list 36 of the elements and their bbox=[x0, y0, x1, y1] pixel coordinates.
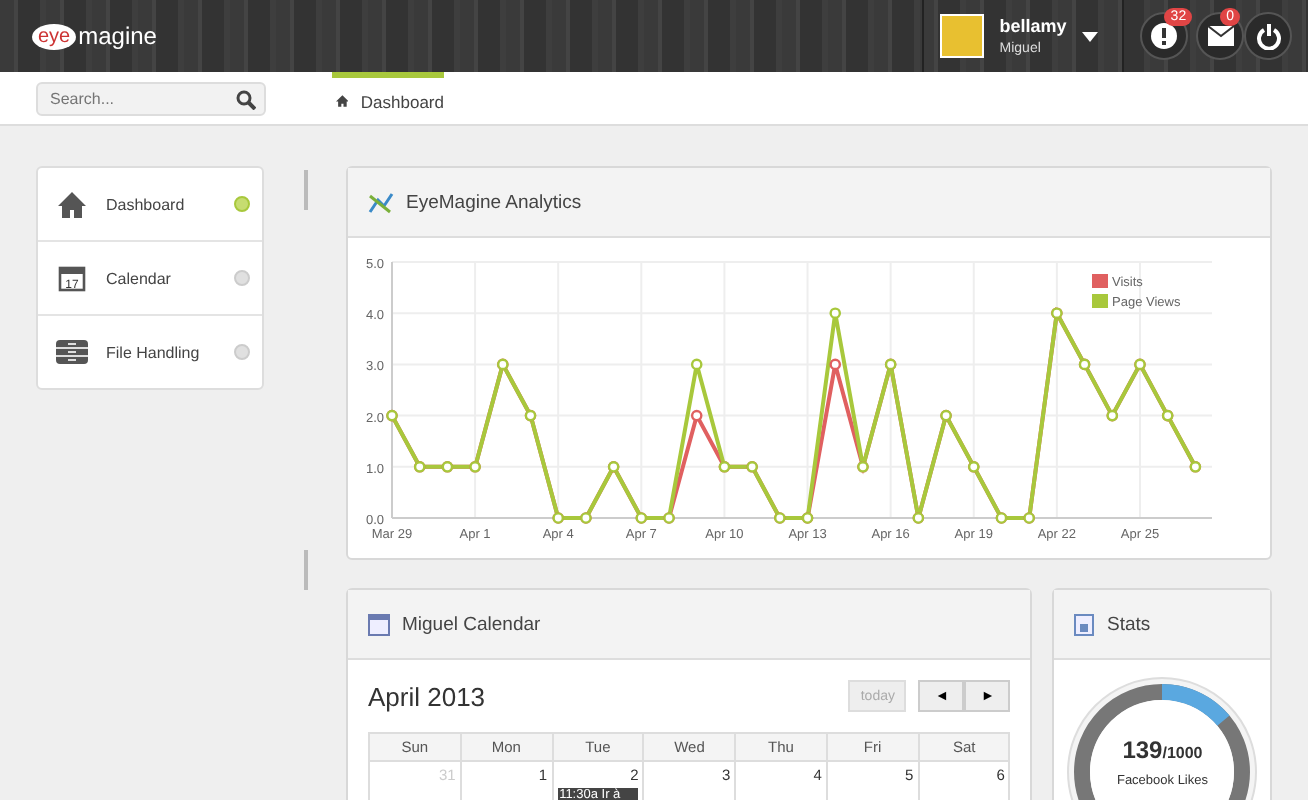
logo[interactable]: eye magine bbox=[32, 22, 157, 50]
home-icon bbox=[336, 90, 349, 112]
panel-title: Stats bbox=[1106, 613, 1151, 635]
breadcrumb-label[interactable]: Dashboard bbox=[360, 91, 444, 111]
point bbox=[690, 409, 703, 422]
exclamation-icon[interactable] bbox=[1150, 22, 1179, 50]
legend-swatch bbox=[1092, 274, 1108, 288]
sidebar-item[interactable]: Dashboard bbox=[38, 168, 262, 242]
chart-icon bbox=[368, 191, 394, 213]
envelope-icon[interactable] bbox=[1207, 26, 1234, 46]
user-name[interactable]: bellamy bbox=[999, 16, 1067, 36]
panel-title: EyeMagine Analytics bbox=[406, 191, 582, 213]
power-button[interactable] bbox=[1244, 12, 1292, 60]
mail-button[interactable] bbox=[1196, 12, 1245, 60]
point bbox=[829, 307, 842, 319]
search-icon[interactable] bbox=[236, 89, 256, 109]
stat-total: /1000 bbox=[1162, 744, 1203, 762]
stat-value: 139 bbox=[1122, 736, 1163, 764]
caret-icon[interactable] bbox=[1082, 31, 1099, 41]
point bbox=[829, 358, 842, 371]
calendar-icon bbox=[368, 613, 390, 635]
power-icon[interactable] bbox=[1255, 23, 1281, 49]
month-title: April 2013 bbox=[368, 681, 486, 711]
document-icon bbox=[1074, 613, 1095, 635]
cabinet-icon bbox=[56, 340, 88, 364]
alert-button[interactable] bbox=[1140, 12, 1189, 60]
search-field[interactable]: Search... bbox=[36, 81, 266, 115]
house-icon bbox=[56, 191, 88, 217]
point bbox=[690, 358, 703, 371]
sidebar-item[interactable]: File Handling bbox=[38, 316, 262, 388]
panel-title: Miguel Calendar bbox=[402, 613, 541, 635]
legend-swatch bbox=[1092, 294, 1108, 308]
resize-handle[interactable] bbox=[304, 170, 308, 210]
avatar[interactable] bbox=[939, 14, 984, 58]
resize-handle[interactable] bbox=[304, 550, 308, 590]
breadcrumb-tab[interactable]: Dashboard bbox=[332, 72, 444, 124]
